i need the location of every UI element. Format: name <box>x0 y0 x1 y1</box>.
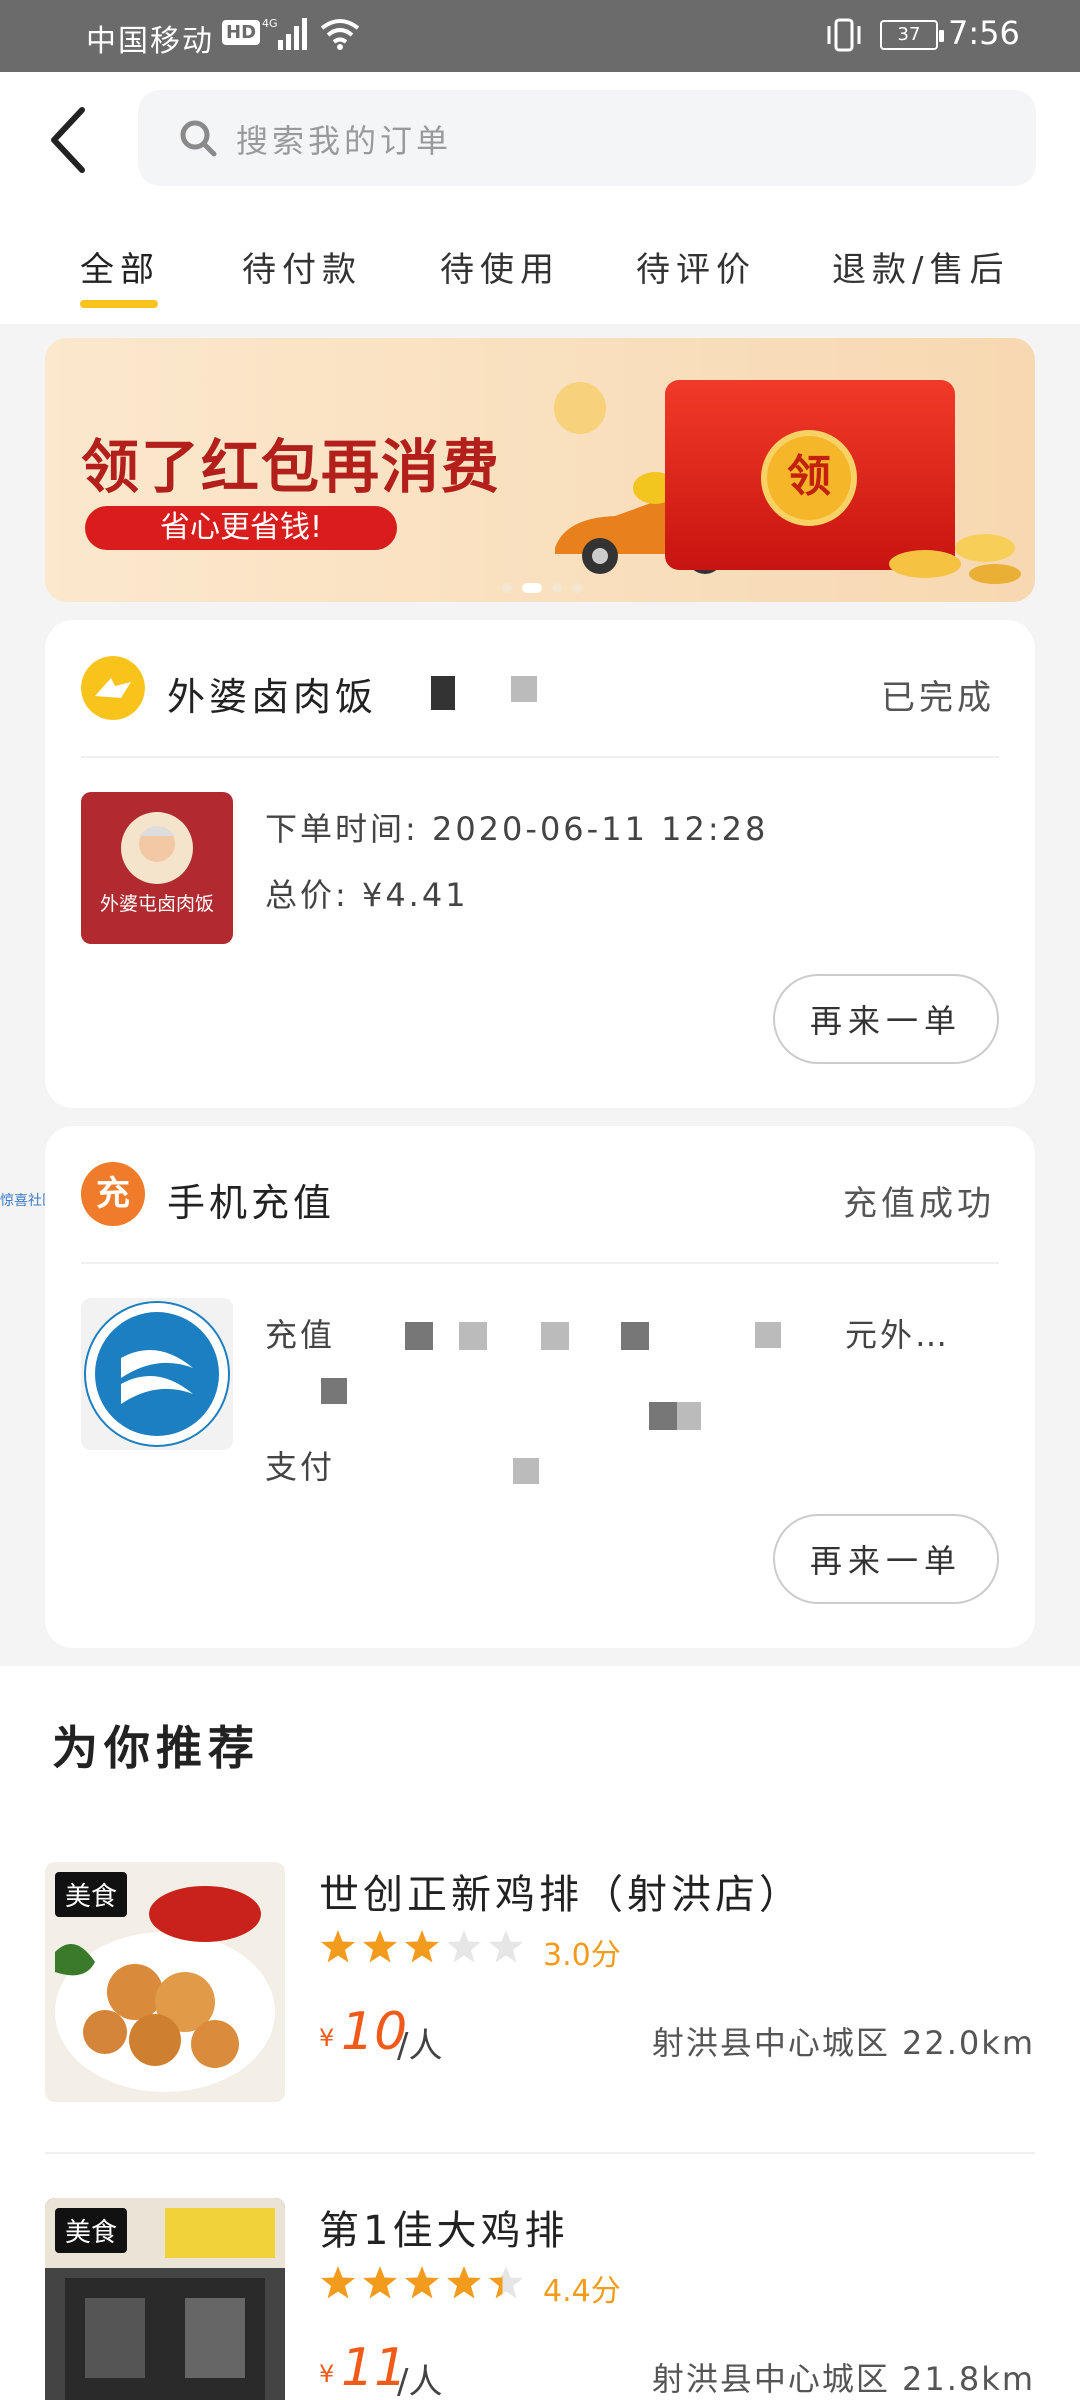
search-placeholder: 搜索我的订单 <box>236 122 453 160</box>
banner-subtitle: 省心更省钱! <box>85 506 397 550</box>
network-label: 4G <box>262 17 278 30</box>
order-time: 下单时间: 2020-06-11 12:28 <box>265 810 769 848</box>
reorder-button[interactable]: 再来一单 <box>773 1514 999 1604</box>
redaction <box>513 1458 539 1484</box>
shop-thumbnail: 外婆屯卤肉饭 <box>81 792 233 944</box>
recharge-line: 充值 <box>265 1316 336 1354</box>
claim-coin: 领 <box>761 430 857 526</box>
redaction <box>459 1322 487 1350</box>
shop-name: 手机充值 <box>167 1181 336 1225</box>
category-tag: 美食 <box>55 1872 128 1917</box>
order-status: 已完成 <box>881 678 995 718</box>
star-icon <box>321 1930 355 1963</box>
currency-symbol: ¥ <box>319 2024 335 2052</box>
tab-to-use[interactable]: 待使用 <box>440 242 560 291</box>
price-unit: /人 <box>397 2026 443 2066</box>
star-icon <box>363 1930 397 1963</box>
search-icon <box>180 120 217 157</box>
rating-stars <box>319 1928 529 1970</box>
star-icon <box>405 2266 439 2299</box>
item-image: 美食 <box>45 2198 285 2400</box>
star-icon <box>489 1930 523 1963</box>
coins-icon <box>889 534 1021 584</box>
item-name: 世创正新鸡排（射洪店） <box>319 1872 803 1918</box>
star-icon <box>489 2266 523 2299</box>
item-image: 美食 <box>45 1862 285 2102</box>
carousel-dot <box>572 583 582 593</box>
recommend-section: 为你推荐 美食 世创正新鸡排（射洪店） 3.0分 ¥ 10 /人 射洪县中心城区… <box>0 1666 1080 2400</box>
hd-badge: HD <box>222 20 261 45</box>
carousel-dot <box>552 583 562 593</box>
tab-all[interactable]: 全部 <box>80 242 160 291</box>
back-arrow-icon[interactable] <box>40 102 100 178</box>
clock: 7:56 <box>948 14 1020 52</box>
divider <box>45 2152 1035 2154</box>
signal-icon: 4G <box>262 17 307 50</box>
recharge-amount-tail: 元外… <box>845 1316 951 1354</box>
redaction <box>621 1322 649 1350</box>
redaction <box>649 1402 677 1430</box>
vibrate-icon <box>827 18 861 52</box>
tab-to-review[interactable]: 待评价 <box>636 242 756 291</box>
order-status: 充值成功 <box>843 1184 995 1224</box>
food-delivery-icon <box>81 656 145 720</box>
order-tabs: 全部 待付款 待使用 待评价 退款/售后 <box>0 222 1080 322</box>
divider <box>81 756 999 758</box>
rating-score: 4.4分 <box>543 2274 621 2309</box>
reorder-button[interactable]: 再来一单 <box>773 974 999 1064</box>
banner-title: 领了红包再消费 <box>81 433 502 501</box>
section-title: 为你推荐 <box>52 1721 260 1775</box>
redaction <box>541 1322 569 1350</box>
battery-icon: 37 <box>880 20 944 50</box>
redaction <box>755 1322 781 1348</box>
currency-symbol: ¥ <box>319 2360 335 2388</box>
shop-logo-text: 外婆屯卤肉饭 <box>100 893 214 915</box>
divider <box>81 1262 999 1264</box>
category-tag: 美食 <box>55 2208 128 2253</box>
order-card[interactable]: 外婆卤肉饭 已完成 外婆屯卤肉饭 下单时间: 2020-06-11 12:28 … <box>45 620 1035 1108</box>
carrier-label: 中国移动 <box>86 24 214 59</box>
order-total: 总价: ¥4.41 <box>265 876 469 914</box>
carousel-dot-active <box>522 583 542 593</box>
tab-pending-payment[interactable]: 待付款 <box>242 242 362 291</box>
promo-banner[interactable]: 领了红包再消费 省心更省钱! 领 <box>45 338 1035 602</box>
order-card[interactable]: 充 手机充值 充值成功 充值 元外… 支付 再来一单 <box>45 1126 1035 1648</box>
rating-score: 3.0分 <box>543 1938 621 1973</box>
star-icon <box>447 1930 481 1963</box>
recommend-item[interactable]: 美食 第1佳大鸡排 4.4分 ¥ 11 /人 射洪县中心城区 21.8km <box>45 2198 1035 2400</box>
recommend-item[interactable]: 美食 世创正新鸡排（射洪店） 3.0分 ¥ 10 /人 射洪县中心城区 22.0… <box>45 1862 1035 2102</box>
location-distance: 射洪县中心城区 21.8km <box>651 2360 1035 2398</box>
shop-logo-icon: 外婆屯卤肉饭 <box>100 812 214 915</box>
rating-stars <box>319 2264 529 2306</box>
star-icon <box>447 2266 481 2299</box>
redaction <box>405 1322 433 1350</box>
item-name: 第1佳大鸡排 <box>319 2208 569 2254</box>
wifi-icon <box>320 19 360 50</box>
status-bar: 中国移动 HD 4G 37 7:56 <box>0 0 1080 72</box>
coin-float-icon <box>554 382 606 434</box>
location-distance: 射洪县中心城区 22.0km <box>651 2024 1035 2062</box>
carousel-dot <box>502 583 512 593</box>
redaction <box>511 676 537 702</box>
active-tab-indicator <box>80 300 158 308</box>
carousel-dots <box>497 578 587 597</box>
redaction <box>677 1402 701 1430</box>
price-unit: /人 <box>397 2362 443 2400</box>
carrier-thumbnail <box>81 1298 233 1450</box>
redaction <box>321 1378 347 1404</box>
star-icon <box>321 2266 355 2299</box>
star-icon <box>405 1930 439 1963</box>
star-icon <box>363 2266 397 2299</box>
payment-line: 支付 <box>265 1448 336 1486</box>
china-mobile-logo-icon <box>84 1301 230 1447</box>
redaction <box>431 676 455 710</box>
recharge-icon: 充 <box>81 1162 145 1226</box>
shop-name: 外婆卤肉饭 <box>167 675 378 719</box>
tab-refund[interactable]: 退款/售后 <box>832 242 1009 291</box>
header: 搜索我的订单 全部 待付款 待使用 待评价 退款/售后 <box>0 72 1080 324</box>
search-input[interactable]: 搜索我的订单 <box>138 90 1036 186</box>
